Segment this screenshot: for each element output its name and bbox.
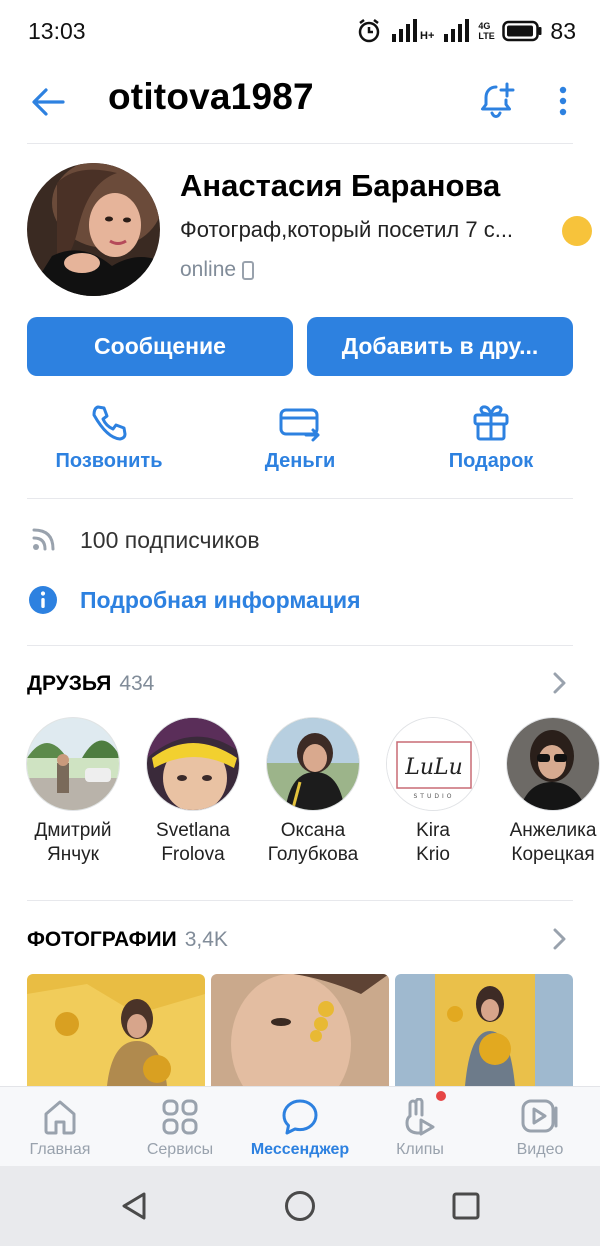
followers-count: 100 подписчиков — [80, 526, 260, 553]
profile-header: otitova1987 — [0, 64, 600, 144]
money-label: Деньги — [264, 450, 336, 472]
friends-chevron-right-icon[interactable] — [550, 670, 570, 696]
message-button[interactable]: Сообщение — [27, 317, 293, 376]
photo-thumbnail[interactable] — [211, 974, 389, 1086]
tab-video-label: Видео — [516, 1141, 564, 1158]
status-time: 13:03 — [28, 18, 86, 44]
gift-icon — [468, 400, 514, 446]
friend-item[interactable]: Анжелика Корецкая — [493, 717, 600, 867]
nav-back-button[interactable] — [114, 1186, 154, 1226]
tab-messenger[interactable]: Мессенджер — [240, 1095, 360, 1159]
more-vertical-icon — [559, 86, 567, 116]
tab-video[interactable]: Видео — [480, 1095, 600, 1159]
gift-action[interactable]: Подарок — [416, 400, 566, 480]
friend-avatar — [146, 717, 240, 811]
detailed-info-row[interactable]: Подробная информация — [27, 580, 361, 620]
battery-icon — [502, 20, 542, 42]
circle-home-icon — [285, 1191, 315, 1221]
friend-avatar — [506, 717, 600, 811]
square-recents-icon — [452, 1192, 480, 1220]
profile-name: Анастасия Баранова — [180, 168, 501, 203]
add-friend-button[interactable]: Добавить в дру... — [307, 317, 573, 376]
tab-home-label: Главная — [29, 1141, 91, 1158]
lte-label: 4G LTE — [478, 21, 495, 41]
bell-add-icon — [481, 82, 515, 119]
friends-header[interactable]: ДРУЗЬЯ 434 — [27, 672, 154, 696]
phone-icon — [86, 400, 132, 446]
tab-messenger-label: Мессенджер — [250, 1141, 350, 1158]
profile-avatar[interactable] — [27, 163, 160, 296]
detailed-info-link: Подробная информация — [80, 586, 361, 613]
photos-count: 3,4K — [184, 928, 228, 951]
signal-icon — [392, 19, 418, 42]
friend-name: Оксана Голубкова — [267, 820, 359, 865]
back-button[interactable] — [26, 80, 70, 124]
triangle-back-icon — [122, 1192, 146, 1220]
info-icon — [27, 584, 59, 616]
clips-notification-badge — [436, 1091, 446, 1101]
home-icon — [38, 1095, 82, 1139]
friend-item[interactable]: LuLu STUDIO Kira Krio — [373, 717, 493, 867]
friend-item[interactable]: Дмитрий Янчук — [13, 717, 133, 867]
call-action[interactable]: Позвонить — [34, 400, 184, 480]
lulu-logo-sub: STUDIO — [414, 793, 455, 800]
rss-icon — [27, 524, 59, 556]
tab-services[interactable]: Сервисы — [120, 1095, 240, 1159]
tab-clips-label: Клипы — [396, 1141, 444, 1158]
actions-divider — [27, 498, 573, 499]
status-icons: H+ 4G LTE 83 — [356, 16, 576, 46]
signal-icon-2 — [444, 19, 470, 42]
photo-thumbnail[interactable] — [395, 974, 573, 1086]
services-grid-icon — [158, 1095, 202, 1139]
friends-divider — [27, 900, 573, 901]
status-bar: 13:03 H+ 4G LTE 83 — [0, 0, 600, 64]
friend-item[interactable]: Оксана Голубкова — [253, 717, 373, 867]
network-label: H+ — [420, 30, 435, 42]
info-divider — [27, 645, 573, 646]
video-icon — [518, 1095, 562, 1139]
header-divider — [27, 143, 573, 144]
nav-recents-button[interactable] — [446, 1186, 486, 1226]
system-navigation-bar — [0, 1166, 600, 1246]
tab-home[interactable]: Главная — [0, 1095, 120, 1159]
bottom-tab-bar: Главная Сервисы Мессенджер Клипы Видео — [0, 1086, 600, 1166]
photos-header[interactable]: ФОТОГРАФИИ 3,4K — [27, 928, 228, 952]
money-transfer-icon — [277, 400, 323, 446]
smile-emoji-icon — [562, 216, 592, 246]
friend-avatar: LuLu STUDIO — [386, 717, 480, 811]
online-label: online — [180, 258, 237, 281]
tab-clips[interactable]: Клипы — [360, 1091, 480, 1159]
photo-thumbnail[interactable] — [27, 974, 205, 1086]
nav-home-button[interactable] — [280, 1186, 320, 1226]
friend-name: Svetlana Frolova — [156, 820, 230, 865]
battery-percent: 83 — [550, 17, 576, 44]
subscribe-notifications-button[interactable] — [474, 78, 520, 124]
call-label: Позвонить — [55, 450, 163, 472]
friend-name: Kira Krio — [416, 820, 450, 865]
page-title: otitova1987 — [108, 76, 314, 117]
profile-status[interactable]: Фотограф,который посетил 7 с... — [180, 217, 513, 243]
messenger-icon — [278, 1095, 322, 1139]
friend-avatar — [266, 717, 360, 811]
friend-name: Дмитрий Янчук — [34, 820, 112, 865]
gift-label: Подарок — [448, 450, 534, 472]
more-options-button[interactable] — [548, 78, 578, 124]
alarm-icon — [358, 19, 380, 43]
friend-avatar — [26, 717, 120, 811]
online-status: online — [180, 258, 255, 282]
followers-row[interactable]: 100 подписчиков — [27, 520, 260, 560]
photos-title: ФОТОГРАФИИ — [27, 928, 177, 951]
tab-services-label: Сервисы — [146, 1141, 214, 1158]
mobile-phone-icon — [242, 260, 255, 280]
lulu-logo-text: LuLu — [404, 755, 463, 780]
money-action[interactable]: Деньги — [225, 400, 375, 480]
friend-item[interactable]: Svetlana Frolova — [133, 717, 253, 867]
friends-title: ДРУЗЬЯ — [27, 672, 112, 695]
arrow-left-icon — [32, 88, 65, 116]
clips-icon — [398, 1091, 446, 1139]
friends-count: 434 — [119, 672, 155, 695]
photos-chevron-right-icon[interactable] — [550, 926, 570, 952]
friend-name: Анжелика Корецкая — [509, 820, 597, 865]
